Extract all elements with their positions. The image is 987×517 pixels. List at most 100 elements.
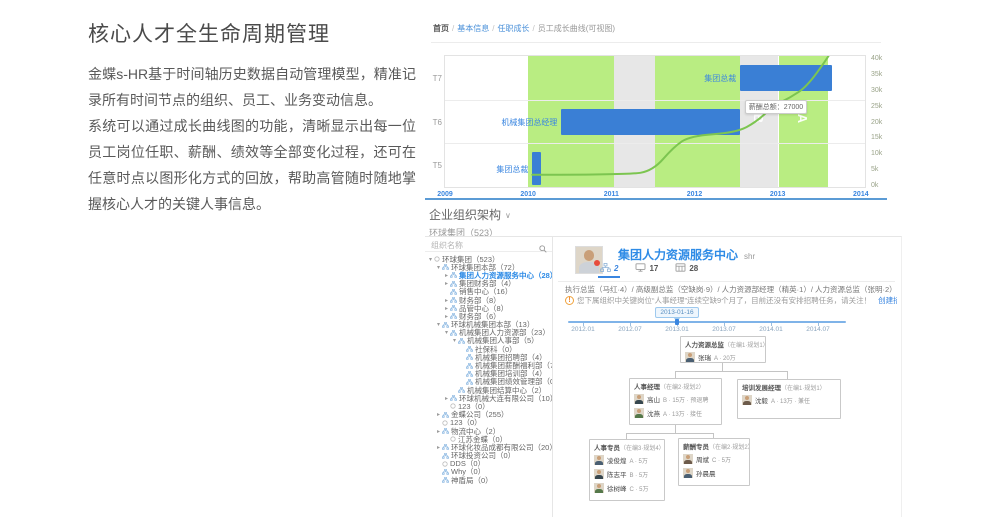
- org-node-icon: [450, 272, 457, 278]
- org-connector: [675, 425, 676, 433]
- breadcrumb-separator: /: [492, 24, 494, 33]
- expand-icon[interactable]: ▸: [443, 305, 450, 312]
- x-axis-label: 2012: [685, 191, 705, 198]
- person-avatar: [594, 483, 604, 493]
- person-meta: C · 5万: [630, 484, 649, 493]
- breadcrumb: 首页/基本信息/任职成长/员工成长曲线(可视图): [433, 23, 615, 34]
- person-avatar: [594, 455, 604, 465]
- org-card-person[interactable]: 沈毅A · 13万 · 兼任: [738, 393, 840, 407]
- collapse-icon[interactable]: ▾: [435, 264, 442, 271]
- collapse-icon[interactable]: ▾: [435, 321, 442, 328]
- person-meta: A · 13万 · 兼任: [771, 396, 810, 405]
- breadcrumb-item[interactable]: 基本信息: [457, 24, 489, 33]
- chevron-down-icon[interactable]: ∨: [505, 211, 511, 220]
- tree-item[interactable]: 神盾局（0）: [427, 476, 552, 484]
- org-node-icon: [466, 363, 473, 369]
- org-card-title-text: 人力资源总监: [685, 342, 724, 349]
- org-card-quota: （在编2·规划2）: [660, 385, 705, 391]
- org-card-person[interactable]: 徐树峰C · 5万: [590, 481, 664, 495]
- person-meta: C · 5万: [712, 455, 731, 464]
- org-card-training[interactable]: 培训发展经理（在编1·规划1）沈毅A · 13万 · 兼任: [737, 379, 841, 419]
- org-card-compspec[interactable]: 薪酬专员（在编2·规划2）周斌C · 5万孙晨晨: [678, 438, 750, 486]
- collapse-icon[interactable]: ▾: [451, 337, 458, 344]
- expand-icon[interactable]: ▸: [443, 297, 450, 304]
- circle-node-icon: [442, 461, 448, 467]
- org-node-icon: [450, 297, 457, 303]
- org-card-title: 人力资源总监（在编1·规划1）: [681, 337, 765, 350]
- org-card-title-text: 薪酬专员: [683, 444, 709, 451]
- person-avatar: [634, 408, 644, 418]
- org-node-icon: [466, 346, 473, 352]
- org-node-icon: [450, 330, 457, 336]
- expand-icon[interactable]: ▸: [443, 395, 450, 402]
- person-meta: A · 13万 · 接任: [663, 409, 702, 418]
- person-avatar: [594, 469, 604, 479]
- intro-paragraph-1: 金蝶s-HR基于时间轴历史数据自动管理模型，精准记录所有时间节点的组织、员工、业…: [88, 61, 416, 113]
- org-card-title-text: 人事专员: [594, 445, 620, 452]
- org-card-person[interactable]: 沈燕A · 13万 · 接任: [630, 406, 721, 420]
- circle-node-icon: [442, 420, 448, 426]
- circle-node-icon: [434, 256, 440, 262]
- org-card-person[interactable]: 周斌C · 5万: [679, 452, 749, 466]
- person-name: 凌俊煌: [607, 455, 627, 465]
- person-avatar: [685, 352, 695, 362]
- org-node-icon: [466, 371, 473, 377]
- org-panel-title[interactable]: 企业组织架构 ∨: [429, 206, 511, 223]
- org-node-icon: [442, 444, 449, 450]
- person-name: 陈志平: [607, 469, 627, 479]
- person-avatar: [683, 454, 693, 464]
- salary-axis-label: 20k: [871, 119, 882, 126]
- person-name: 沈燕: [647, 408, 660, 418]
- x-axis-label: 2013: [768, 191, 788, 198]
- org-search-input[interactable]: 组织名称: [425, 237, 552, 252]
- org-card-person[interactable]: 陈志平B · 5万: [590, 467, 664, 481]
- breadcrumb-separator: /: [532, 24, 534, 33]
- growth-chart-screenshot: 首页/基本信息/任职成长/员工成长曲线(可视图) ABA集团总裁机械集团总经理集…: [425, 14, 887, 200]
- salary-axis-label: 10k: [871, 150, 882, 157]
- breadcrumb-item[interactable]: 首页: [433, 24, 449, 33]
- salary-axis-label: 40k: [871, 55, 882, 62]
- row-label: T7: [430, 74, 442, 83]
- salary-axis-label: 0k: [871, 182, 878, 189]
- org-node-icon: [458, 338, 465, 344]
- org-detail-pane: 集团人力资源服务中心shr 2 17 28 执行总监（马红·4）/ 高级副: [554, 237, 901, 517]
- expand-icon[interactable]: ▸: [443, 272, 450, 279]
- person-name: 徐树峰: [607, 483, 627, 493]
- expand-icon[interactable]: ▸: [435, 411, 442, 418]
- expand-icon[interactable]: ▸: [443, 313, 450, 320]
- person-name: 周斌: [696, 454, 709, 464]
- org-node-icon: [442, 322, 449, 328]
- org-node-icon: [442, 453, 449, 459]
- salary-axis-label: 15k: [871, 134, 882, 141]
- person-avatar: [683, 468, 693, 478]
- org-card-person[interactable]: 高山B · 15万 · 预退聘: [630, 392, 721, 406]
- org-panel-title-text: 企业组织架构: [429, 208, 501, 222]
- org-card-hrspec[interactable]: 人事专员（在编3·规划4）凌俊煌A · 5万陈志平B · 5万徐树峰C · 5万: [589, 439, 665, 501]
- org-card-title: 培训发展经理（在编1·规划1）: [738, 380, 840, 393]
- org-card-root[interactable]: 人力资源总监（在编1·规划1）张瑞A · 20万: [680, 336, 766, 363]
- person-meta: B · 15万 · 预退聘: [663, 395, 708, 404]
- breadcrumb-item[interactable]: 任职成长: [497, 24, 529, 33]
- salary-axis-label: 35k: [871, 71, 882, 78]
- tree-item[interactable]: ▸金蝶公司（255）: [427, 411, 552, 419]
- org-box: 组织名称 ▾环球集团（523）▾环球集团本部（72）▸集团人力资源服务中心（28…: [425, 236, 902, 517]
- page-title: 核心人才全生命周期管理: [88, 18, 416, 48]
- org-card-hr[interactable]: 人事经理（在编2·规划2）高山B · 15万 · 预退聘沈燕A · 13万 · …: [629, 378, 722, 425]
- expand-icon[interactable]: ▸: [435, 444, 442, 451]
- org-search-placeholder: 组织名称: [431, 240, 463, 251]
- org-card-person[interactable]: 凌俊煌A · 5万: [590, 453, 664, 467]
- salary-axis-label: 30k: [871, 87, 882, 94]
- expand-icon[interactable]: ▸: [443, 280, 450, 287]
- person-name: 张瑞: [698, 352, 711, 362]
- org-card-quota: （在编1·规划1）: [781, 386, 826, 392]
- breadcrumb-item: 员工成长曲线(可视图): [538, 24, 615, 33]
- expand-icon[interactable]: ▸: [435, 428, 442, 435]
- collapse-icon[interactable]: ▾: [427, 256, 434, 263]
- collapse-icon[interactable]: ▾: [443, 329, 450, 336]
- person-meta: A · 5万: [630, 456, 648, 465]
- org-card-person[interactable]: 孙晨晨: [679, 466, 749, 480]
- org-card-title: 人事经理（在编2·规划2）: [630, 379, 721, 392]
- x-axis-label: 2009: [435, 191, 455, 198]
- org-card-person[interactable]: 张瑞A · 20万: [681, 350, 765, 363]
- org-node-icon: [450, 289, 457, 295]
